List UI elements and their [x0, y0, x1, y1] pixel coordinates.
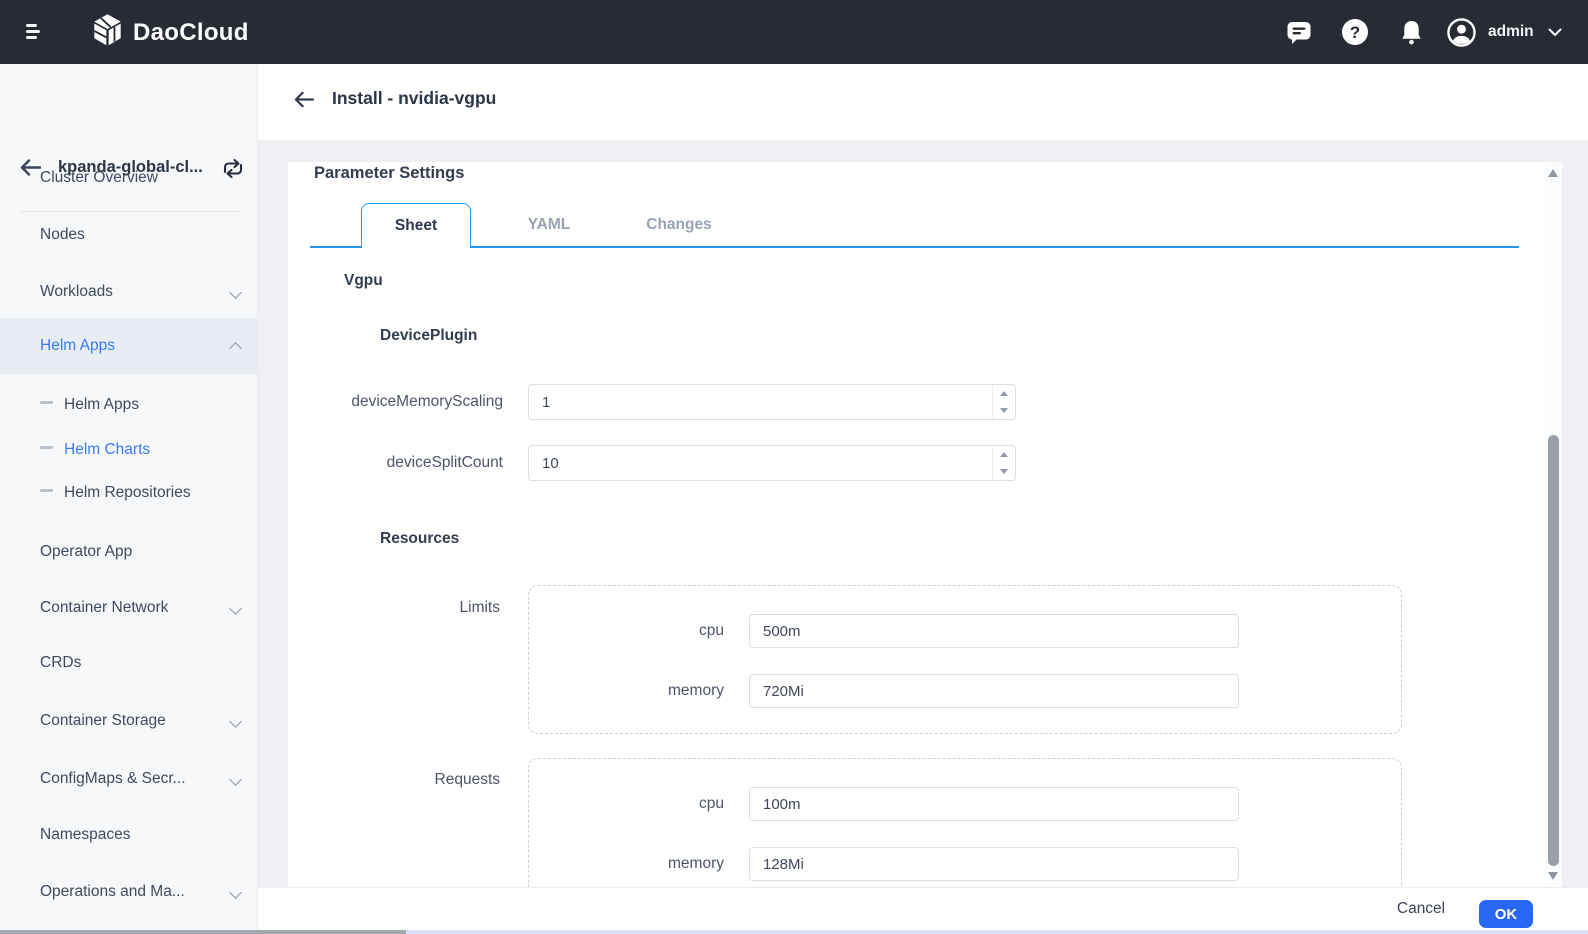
requests-group-box: cpu memory	[528, 758, 1402, 887]
user-menu-chevron-down-icon[interactable]	[1546, 0, 1564, 64]
devicememoryscaling-field	[528, 384, 1016, 420]
sidebar: kpanda-global-cl... Cluster Overview Nod…	[0, 64, 258, 930]
sidebar-item-workloads[interactable]: Workloads	[0, 272, 257, 312]
field-label-memory: memory	[529, 847, 724, 881]
limits-group-box: cpu memory	[528, 585, 1402, 734]
vertical-scrollbar-thumb[interactable]	[1548, 435, 1559, 866]
chevron-down-icon	[229, 715, 242, 728]
bell-icon[interactable]	[1398, 0, 1424, 64]
requests-memory-input[interactable]	[749, 847, 1239, 881]
ok-button[interactable]: OK	[1479, 900, 1533, 928]
user-name[interactable]: admin	[1488, 0, 1534, 64]
scroll-down-arrow-icon[interactable]	[1548, 872, 1558, 880]
spinner-up-icon[interactable]	[993, 385, 1015, 402]
sidebar-subitem-helm-charts[interactable]: Helm Charts	[0, 430, 257, 470]
vertical-scrollbar[interactable]	[1545, 162, 1562, 887]
chevron-down-icon	[229, 886, 242, 899]
page-header: Install - nvidia-vgpu	[258, 64, 1588, 140]
page-title: Install - nvidia-vgpu	[332, 88, 496, 109]
sidebar-item-operations[interactable]: Operations and Ma...	[0, 872, 257, 912]
top-bar: DaoCloud ? admin	[0, 0, 1588, 64]
parameter-settings-panel: Parameter Settings Sheet YAML Changes Vg…	[288, 162, 1545, 887]
requests-cpu-field	[749, 787, 1239, 821]
message-icon[interactable]	[1284, 0, 1314, 64]
devicememoryscaling-input[interactable]	[528, 384, 1016, 420]
limits-cpu-input[interactable]	[749, 614, 1239, 648]
cancel-button[interactable]: Cancel	[1386, 899, 1456, 919]
sidebar-item-operator-app[interactable]: Operator App	[0, 532, 257, 572]
field-label-devicememoryscaling: deviceMemoryScaling	[288, 384, 503, 420]
tab-changes[interactable]: Changes	[624, 203, 734, 246]
requests-memory-field	[749, 847, 1239, 881]
dash-icon	[40, 446, 53, 449]
group-label-requests: Requests	[288, 771, 500, 789]
brand-name: DaoCloud	[133, 19, 249, 47]
sidebar-item-nodes[interactable]: Nodes	[0, 215, 257, 255]
group-label-limits: Limits	[288, 599, 500, 617]
chevron-down-icon	[229, 773, 242, 786]
field-label-cpu: cpu	[529, 787, 724, 821]
spinner-down-icon[interactable]	[993, 402, 1015, 419]
sidebar-item-container-network[interactable]: Container Network	[0, 588, 257, 628]
dash-icon	[40, 489, 53, 492]
spinner-up-icon[interactable]	[993, 446, 1015, 463]
panel-title: Parameter Settings	[314, 164, 464, 183]
number-spinner	[992, 385, 1015, 419]
tab-sheet[interactable]: Sheet	[361, 203, 471, 248]
help-icon[interactable]: ?	[1341, 0, 1369, 64]
sidebar-subitem-helm-apps[interactable]: Helm Apps	[0, 385, 257, 425]
menu-icon[interactable]	[26, 24, 41, 39]
tab-yaml[interactable]: YAML	[494, 203, 604, 246]
scroll-up-arrow-icon[interactable]	[1548, 169, 1558, 177]
field-label-cpu: cpu	[529, 614, 724, 648]
sidebar-item-namespaces[interactable]: Namespaces	[0, 815, 257, 855]
sidebar-item-crds[interactable]: CRDs	[0, 643, 257, 683]
devicesplitcount-input[interactable]	[528, 445, 1016, 481]
page-back-button[interactable]	[294, 91, 314, 113]
field-label-memory: memory	[529, 674, 724, 708]
sidebar-item-helm-apps[interactable]: Helm Apps	[0, 318, 257, 374]
sidebar-item-container-storage[interactable]: Container Storage	[0, 701, 257, 741]
requests-cpu-input[interactable]	[749, 787, 1239, 821]
section-heading-resources: Resources	[380, 530, 459, 548]
dash-icon	[40, 401, 53, 404]
limits-memory-field	[749, 674, 1239, 708]
limits-cpu-field	[749, 614, 1239, 648]
sidebar-divider	[20, 211, 238, 212]
horizontal-scrollbar-thumb[interactable]	[0, 930, 406, 934]
daocloud-cube-icon	[92, 13, 123, 53]
sidebar-item-cluster-overview[interactable]: Cluster Overview	[0, 158, 257, 198]
devicesplitcount-field	[528, 445, 1016, 481]
section-heading-vgpu: Vgpu	[344, 272, 383, 290]
chevron-down-icon	[229, 286, 242, 299]
avatar[interactable]	[1446, 0, 1476, 64]
sidebar-item-configmaps-secrets[interactable]: ConfigMaps & Secr...	[0, 759, 257, 799]
limits-memory-input[interactable]	[749, 674, 1239, 708]
tabs-underline	[310, 246, 1519, 248]
action-footer: Cancel OK	[258, 887, 1588, 930]
chevron-up-icon	[229, 342, 242, 355]
chevron-down-icon	[229, 602, 242, 615]
spinner-down-icon[interactable]	[993, 463, 1015, 480]
horizontal-scrollbar[interactable]	[0, 930, 1588, 934]
number-spinner	[992, 446, 1015, 480]
main-content-area: Parameter Settings Sheet YAML Changes Vg…	[258, 140, 1588, 887]
field-label-devicesplitcount: deviceSplitCount	[288, 445, 503, 481]
sidebar-subitem-helm-repositories[interactable]: Helm Repositories	[0, 473, 257, 513]
section-heading-deviceplugin: DevicePlugin	[380, 327, 477, 345]
brand-logo[interactable]: DaoCloud	[92, 13, 249, 53]
